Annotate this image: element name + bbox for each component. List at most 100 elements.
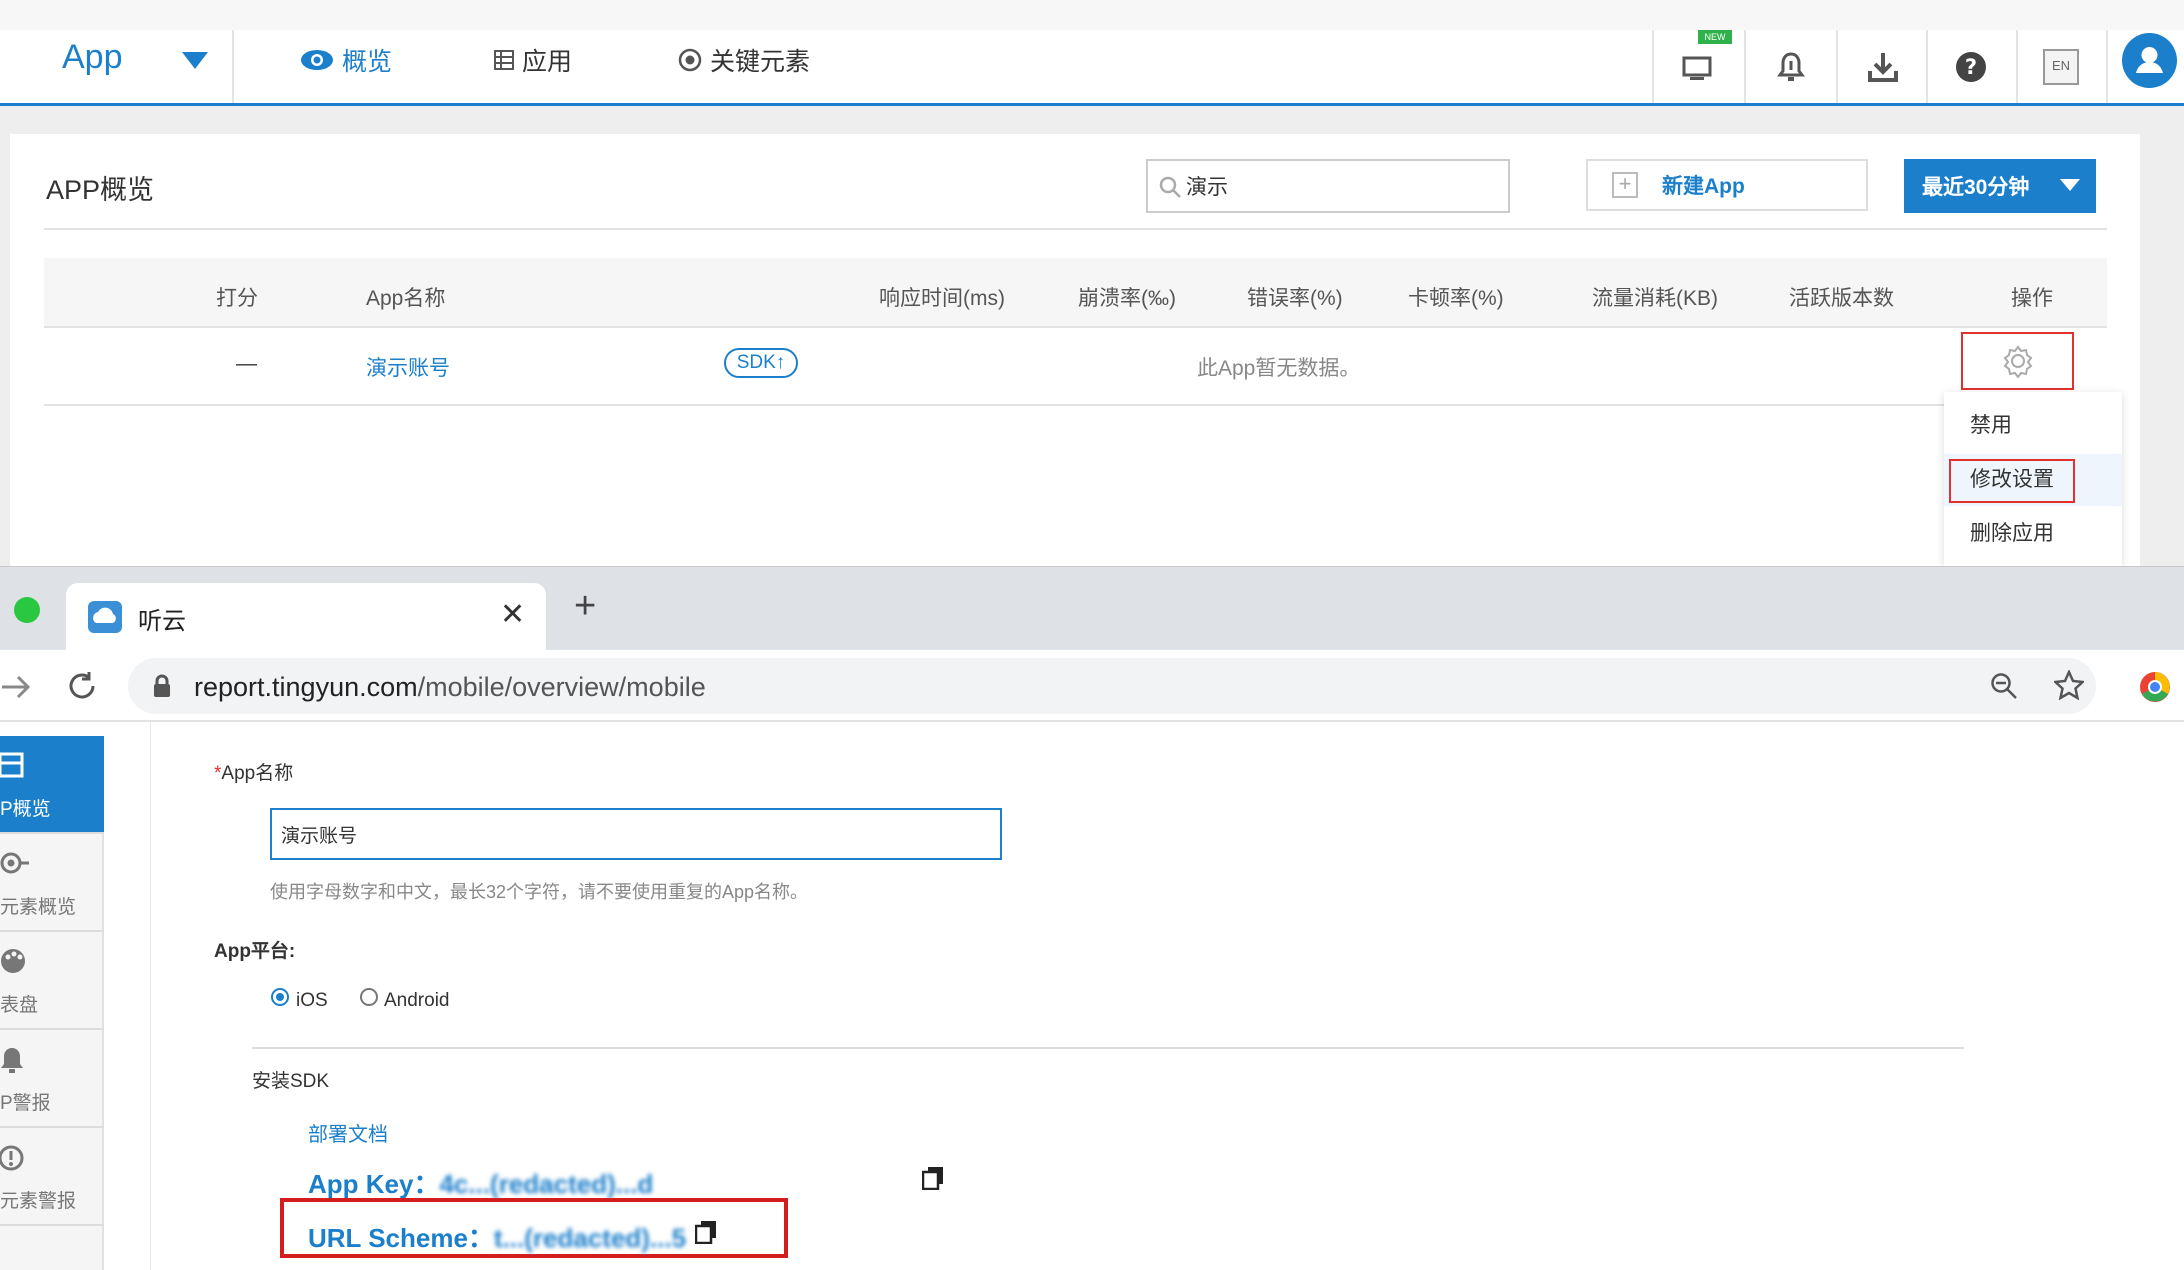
help-button[interactable]: ? <box>1926 30 2016 103</box>
language-button[interactable]: EN <box>2016 30 2106 103</box>
url-text: report.tingyun.com/mobile/overview/mobil… <box>194 672 706 702</box>
gauge-icon <box>1 949 25 973</box>
column-header[interactable]: App名称 <box>366 282 445 312</box>
target-icon <box>0 852 29 874</box>
app-name-link[interactable]: 演示账号 <box>366 352 450 382</box>
new-tab-button[interactable]: + <box>574 587 596 625</box>
address-bar[interactable]: report.tingyun.com/mobile/overview/mobil… <box>128 658 2096 714</box>
warning-icon <box>0 1145 24 1171</box>
search-icon <box>1159 176 1181 198</box>
sidebar-item-element-overview[interactable]: 元素概览 <box>0 834 104 932</box>
nav-divider <box>232 30 234 103</box>
bell-icon <box>1 1048 23 1073</box>
help-icon: ? <box>1956 51 1986 82</box>
menu-item-disable[interactable]: 禁用 <box>1944 400 2122 452</box>
user-avatar-icon <box>2136 47 2163 73</box>
download-button[interactable] <box>1838 30 1928 103</box>
title-divider <box>44 228 2107 230</box>
chevron-down-icon <box>2060 179 2080 191</box>
score-cell: — <box>236 352 257 375</box>
svg-text:?: ? <box>1965 55 1977 79</box>
column-header[interactable]: 打分 <box>216 282 258 312</box>
table-header: 打分 App名称 响应时间(ms) 崩溃率(‰) 错误率(%) 卡顿率(%) 流… <box>44 258 2107 328</box>
sidebar-label: 元素警报 <box>0 1191 77 1212</box>
sidebar-label: P警报 <box>0 1093 51 1114</box>
gear-icon <box>2003 345 2032 378</box>
column-header[interactable]: 崩溃率(‰) <box>1078 282 1176 312</box>
deployment-docs-link[interactable]: 部署文档 <box>308 1118 388 1147</box>
tingyun-favicon-icon <box>88 601 122 633</box>
sidebar-item-dashboard[interactable]: 表盘 <box>0 932 104 1030</box>
tab-overview-label: 概览 <box>342 48 393 76</box>
tab-key-elements-label: 关键元素 <box>710 48 811 76</box>
new-app-button[interactable]: + 新建App <box>1586 159 1868 211</box>
install-sdk-heading: 安装SDK <box>252 1071 330 1092</box>
platform-option-label: Android <box>384 990 450 1011</box>
tab-applications[interactable]: 应用 <box>494 42 572 78</box>
browser-tab[interactable]: 听云 ✕ <box>66 583 546 651</box>
chrome-profile-icon[interactable] <box>2138 670 2172 704</box>
sidebar-label: 表盘 <box>0 995 39 1016</box>
platform-radio-ios[interactable] <box>271 988 289 1006</box>
content-border <box>150 722 151 1270</box>
menu-item-edit-settings[interactable]: 修改设置 <box>1944 454 2122 506</box>
platform-label: App平台: <box>214 941 296 962</box>
copy-icon[interactable] <box>695 1220 717 1244</box>
platform-option-label: iOS <box>296 990 328 1011</box>
star-icon[interactable] <box>2054 670 2084 700</box>
app-overview-panel: APP概览 + 新建App 最近30分钟 打分 App名称 响应时间(ms) 崩… <box>10 134 2140 566</box>
app-name-input[interactable] <box>272 810 1000 858</box>
tab-applications-label: 应用 <box>522 48 573 76</box>
row-action-menu: 禁用 修改设置 删除应用 <box>1944 392 2122 566</box>
url-scheme-label: URL Scheme： <box>308 1223 494 1253</box>
column-header[interactable]: 卡顿率(%) <box>1408 282 1504 312</box>
plus-icon: + <box>1612 172 1638 198</box>
time-range-label: 最近30分钟 <box>1922 176 2030 199</box>
app-key-line: App Key：4c...(redacted)...d <box>308 1164 653 1201</box>
sidebar-item-app-alerts[interactable]: P警报 <box>0 1030 104 1128</box>
tab-strip: 听云 ✕ + <box>0 566 2184 651</box>
app-key-value: 4c...(redacted)...d <box>439 1169 654 1199</box>
bell-icon <box>1777 51 1805 81</box>
alerts-button[interactable] <box>1746 30 1836 103</box>
url-scheme-line: URL Scheme：t...(redacted)...5 <box>308 1218 686 1255</box>
user-avatar[interactable] <box>2122 33 2177 88</box>
download-icon <box>1868 52 1898 82</box>
tab-key-elements[interactable]: 关键元素 <box>678 42 810 78</box>
zoom-icon[interactable] <box>1990 672 2018 700</box>
language-icon: EN <box>2043 48 2079 85</box>
new-app-label: 新建App <box>1662 175 1745 198</box>
app-selector-caret-icon[interactable] <box>182 52 208 69</box>
column-header[interactable]: 活跃版本数 <box>1789 282 1894 312</box>
app-name-field[interactable] <box>270 808 1002 860</box>
copy-icon[interactable] <box>922 1166 944 1190</box>
close-tab-icon[interactable]: ✕ <box>500 597 525 632</box>
settings-gear-button[interactable] <box>1961 332 2074 390</box>
column-header[interactable]: 响应时间(ms) <box>879 282 1005 312</box>
tab-overview[interactable]: 概览 <box>300 42 392 78</box>
target-icon <box>678 48 702 72</box>
highlight-box <box>1949 459 2075 503</box>
reload-icon[interactable] <box>66 670 98 702</box>
sidebar-item-element-alerts[interactable]: 元素警报 <box>0 1128 104 1226</box>
monitor-button[interactable]: NEW <box>1654 30 1744 103</box>
search-input[interactable] <box>1186 171 1486 201</box>
nav-divider <box>2106 30 2108 103</box>
tab-title: 听云 <box>138 608 186 635</box>
time-range-dropdown[interactable]: 最近30分钟 <box>1904 159 2096 213</box>
sdk-upgrade-badge[interactable]: SDK↑ <box>724 348 798 378</box>
column-header[interactable]: 流量消耗(KB) <box>1592 282 1718 312</box>
column-header[interactable]: 错误率(%) <box>1247 282 1343 312</box>
forward-icon[interactable] <box>0 672 34 702</box>
sidebar-label: 元素概览 <box>0 897 77 918</box>
lock-icon <box>154 674 170 697</box>
app-name-hint: 使用字母数字和中文，最长32个字符，请不要使用重复的App名称。 <box>270 882 809 902</box>
search-field[interactable] <box>1146 159 1510 213</box>
app-selector-label[interactable]: App <box>62 38 123 77</box>
no-data-message: 此App暂无数据。 <box>1197 357 1361 380</box>
platform-radio-android[interactable] <box>360 988 378 1006</box>
window-zoom-button[interactable] <box>14 597 40 623</box>
page-title: APP概览 <box>46 175 155 205</box>
sidebar-item-overview[interactable]: P概览 <box>0 736 104 834</box>
menu-item-delete-app[interactable]: 删除应用 <box>1944 508 2122 560</box>
